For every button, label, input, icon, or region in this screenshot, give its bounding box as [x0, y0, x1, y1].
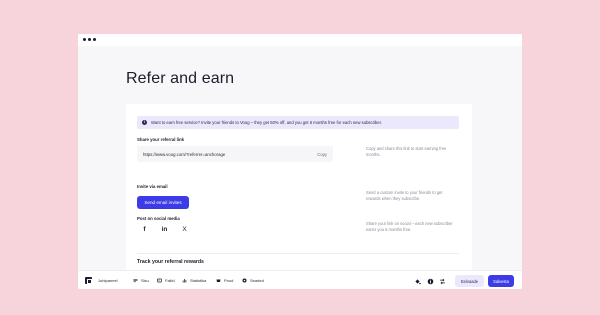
toolbar-item-pages[interactable]: Sisu — [133, 278, 149, 283]
window-menu-dots-icon[interactable] — [83, 38, 96, 41]
info-icon: i — [142, 120, 147, 125]
copy-button[interactable]: Copy — [317, 152, 327, 157]
files-icon — [157, 278, 162, 283]
toolbar-item-store[interactable]: Pood — [216, 278, 233, 283]
social-media-hint: Share your link on social – each new sub… — [366, 221, 453, 232]
site-name-label[interactable]: Juhtpaneel — [98, 278, 118, 283]
banner-text: Want to earn free service? Invite your f… — [151, 120, 382, 125]
page-title: Refer and earn — [126, 70, 235, 87]
divider — [137, 253, 459, 254]
track-rewards-title: Track your referral rewards — [137, 259, 204, 265]
toolbar-item-label: Failid — [165, 278, 175, 283]
publish-button[interactable]: Salvesta — [488, 275, 514, 287]
referral-link-hint: Copy and share this link to start earnin… — [366, 146, 447, 157]
social-media-label: Post on social media — [137, 216, 180, 221]
toolbar-item-label: Pood — [224, 278, 234, 283]
invite-email-hint: Send a custom invite to your friends to … — [366, 190, 443, 201]
social-buttons: f in X — [140, 226, 189, 233]
store-icon — [216, 279, 221, 282]
preview-button[interactable]: Eelvaade — [455, 275, 484, 287]
refer-card: i Want to earn free service? Invite your… — [126, 104, 472, 289]
invite-email-label: Invite via email — [137, 184, 168, 189]
stats-icon — [182, 279, 187, 283]
pages-icon — [133, 279, 138, 283]
toolbar-item-settings[interactable]: Seaded — [242, 278, 264, 283]
info-banner: i Want to earn free service? Invite your… — [137, 116, 459, 129]
help-icon[interactable] — [427, 278, 434, 285]
toolbar-item-label: Statistika — [190, 278, 207, 283]
toolbar-item-label: Seaded — [250, 278, 264, 283]
bottom-toolbar: Juhtpaneel Sisu Failid Statistika Pood S… — [78, 270, 522, 289]
facebook-icon[interactable]: f — [140, 226, 149, 233]
referral-link-value[interactable]: https://www.voog.com/?referrer=anchorage — [143, 152, 225, 157]
toolbar-item-label: Sisu — [141, 278, 149, 283]
linkedin-icon[interactable]: in — [160, 226, 169, 233]
toolbar-item-files[interactable]: Failid — [157, 278, 175, 283]
language-switch-icon[interactable] — [439, 278, 446, 285]
referral-link-label: Share your referral link — [137, 137, 185, 142]
x-icon[interactable]: X — [180, 226, 189, 233]
site-name[interactable]: Juhtpaneel — [98, 278, 118, 283]
voog-logo-icon[interactable] — [85, 277, 92, 284]
paint-bucket-icon[interactable] — [414, 278, 421, 285]
app-window: Refer and earn i Want to earn free servi… — [78, 34, 522, 289]
window-titlebar — [78, 34, 522, 46]
send-email-invites-button[interactable]: Send email invites — [137, 196, 189, 209]
settings-icon — [242, 278, 247, 283]
main-content: Refer and earn i Want to earn free servi… — [78, 46, 522, 289]
toolbar-item-stats[interactable]: Statistika — [182, 278, 206, 283]
referral-link-field[interactable]: https://www.voog.com/?referrer=anchorage… — [137, 146, 333, 162]
